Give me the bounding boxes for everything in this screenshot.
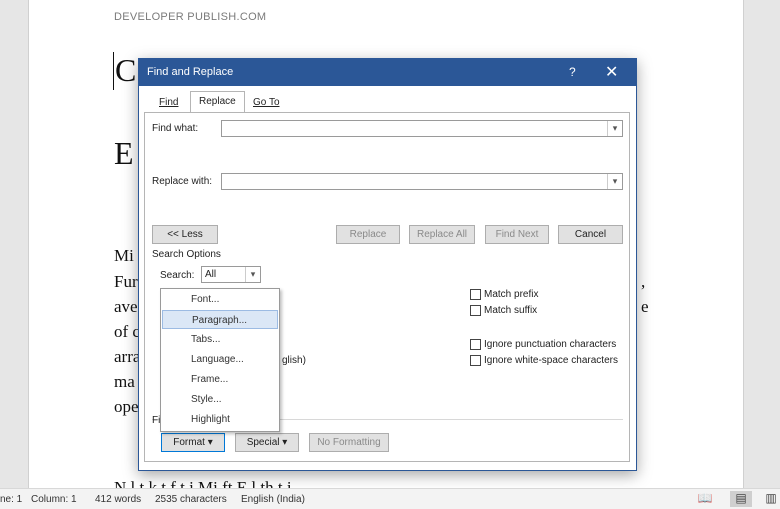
menu-item-font[interactable]: Font... [162, 290, 278, 309]
menu-item-style[interactable]: Style... [162, 390, 278, 409]
dialog-title: Find and Replace [147, 66, 234, 78]
doc-line-3: ave [114, 297, 138, 316]
doc-line-1: Mi [114, 246, 134, 265]
close-icon[interactable]: ✕ [605, 62, 618, 82]
doc-heading-e: E [114, 135, 134, 171]
search-label: Search: [160, 270, 195, 281]
format-menu: Font... Paragraph... Tabs... Language...… [160, 288, 280, 432]
status-bar: ne: 1 Column: 1 412 words 2535 character… [0, 488, 780, 509]
search-options-label: Search Options [152, 249, 221, 260]
sounds-like-partial-label: glish) [282, 355, 306, 366]
status-language[interactable]: English (India) [241, 494, 305, 505]
doc-line-7: ope [114, 397, 139, 416]
web-layout-icon[interactable]: ▥ [760, 491, 780, 507]
ignore-whitespace-checkbox[interactable] [470, 355, 481, 366]
no-formatting-button[interactable]: No Formatting [309, 433, 389, 452]
menu-item-frame[interactable]: Frame... [162, 370, 278, 389]
doc-heading-c: C [115, 52, 137, 88]
ignore-whitespace-label: Ignore white-space characters [484, 355, 618, 366]
cancel-button[interactable]: Cancel [558, 225, 623, 244]
help-icon[interactable]: ? [569, 65, 576, 79]
find-what-input[interactable]: ▾ [221, 120, 623, 137]
doc-line-2: Fur [114, 272, 138, 291]
match-suffix-checkbox[interactable] [470, 305, 481, 316]
replace-with-input[interactable]: ▾ [221, 173, 623, 190]
search-direction-select[interactable]: All ▾ [201, 266, 261, 283]
replace-with-label: Replace with: [152, 176, 213, 187]
doc-right-fragment-2: e [641, 297, 649, 316]
ignore-punctuation-label: Ignore punctuation characters [484, 339, 617, 350]
print-layout-icon[interactable]: ▤ [730, 491, 752, 507]
chevron-down-icon[interactable]: ▾ [245, 267, 260, 282]
find-what-label: Find what: [152, 123, 199, 134]
status-word-count[interactable]: 412 words [95, 494, 141, 505]
match-suffix-label: Match suffix [484, 305, 538, 316]
chevron-down-icon[interactable]: ▾ [607, 174, 622, 189]
doc-right-fragment-1: , [641, 272, 646, 291]
menu-item-paragraph[interactable]: Paragraph... [162, 310, 278, 329]
doc-line-6: ma [114, 372, 135, 391]
less-button[interactable]: << Less [152, 225, 218, 244]
tab-go-to[interactable]: Go To [245, 93, 288, 112]
doc-bottom-line: N l t k t f t i Mi ft E l th t i [114, 478, 292, 488]
read-mode-icon[interactable]: 📖 [694, 491, 716, 507]
replace-button[interactable]: Replace [336, 225, 400, 244]
tab-find[interactable]: Find [151, 93, 186, 112]
status-character-count[interactable]: 2535 characters [155, 494, 227, 505]
doc-line-5: arra [114, 347, 141, 366]
chevron-down-icon[interactable]: ▾ [607, 121, 622, 136]
ignore-punctuation-checkbox[interactable] [470, 339, 481, 350]
match-prefix-checkbox[interactable] [470, 289, 481, 300]
menu-item-tabs[interactable]: Tabs... [162, 330, 278, 349]
menu-item-highlight[interactable]: Highlight [162, 410, 278, 429]
text-cursor [113, 52, 114, 90]
document-header: DEVELOPER PUBLISH.COM [114, 11, 267, 23]
find-next-button[interactable]: Find Next [485, 225, 549, 244]
status-column: Column: 1 [31, 494, 77, 505]
match-prefix-label: Match prefix [484, 289, 539, 300]
replace-all-button[interactable]: Replace All [409, 225, 475, 244]
status-line: ne: 1 [0, 494, 23, 505]
tab-replace[interactable]: Replace [190, 91, 245, 113]
special-button[interactable]: Special ▾ [235, 433, 299, 452]
dialog-titlebar[interactable]: Find and Replace ? ✕ [139, 59, 636, 86]
format-button[interactable]: Format ▾ [161, 433, 225, 452]
menu-item-language[interactable]: Language... [162, 350, 278, 369]
doc-line-4: of c [114, 322, 140, 341]
